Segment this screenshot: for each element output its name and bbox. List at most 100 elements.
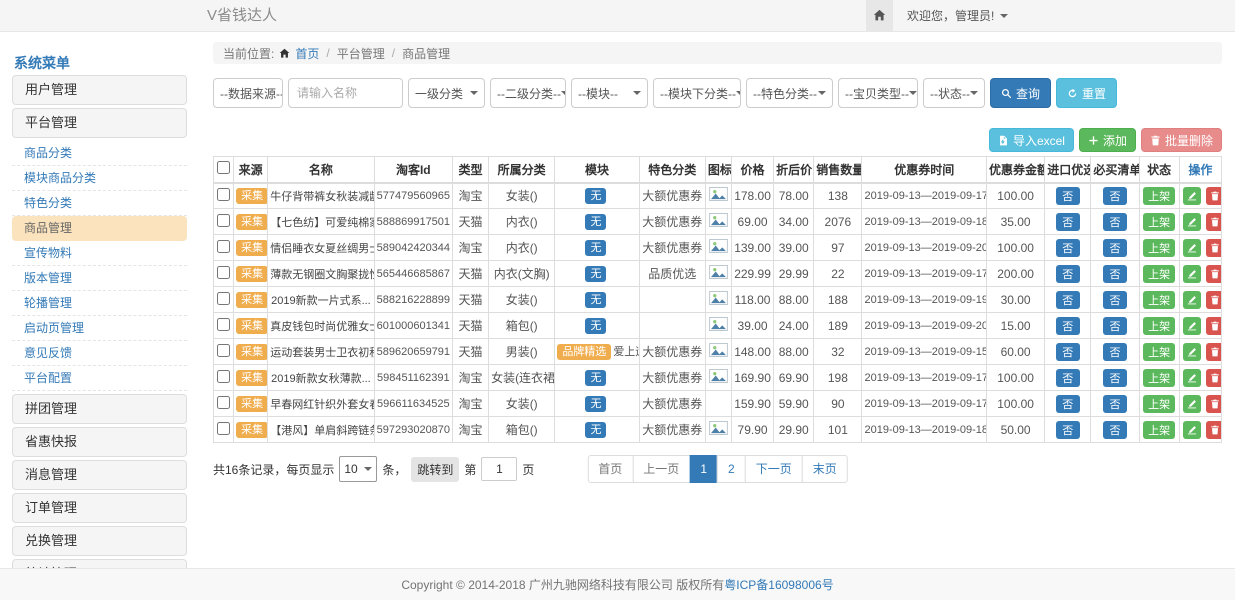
edit-button[interactable]: [1183, 239, 1201, 257]
status-button[interactable]: 上架: [1143, 291, 1175, 309]
import-select-toggle[interactable]: 否: [1056, 239, 1080, 257]
sidebar-subitem[interactable]: 商品管理: [12, 216, 187, 241]
row-checkbox[interactable]: [217, 292, 230, 305]
item-type-select[interactable]: --宝贝类型--: [838, 78, 918, 108]
breadcrumb-home-link[interactable]: 首页: [295, 45, 319, 62]
import-select-toggle[interactable]: 否: [1056, 213, 1080, 231]
import-select-toggle[interactable]: 否: [1056, 343, 1080, 361]
edit-button[interactable]: [1183, 421, 1201, 439]
status-button[interactable]: 上架: [1143, 213, 1175, 231]
delete-button[interactable]: [1206, 239, 1221, 257]
edit-button[interactable]: [1183, 213, 1201, 231]
import-select-toggle[interactable]: 否: [1056, 291, 1080, 309]
name-search-input[interactable]: [288, 78, 403, 108]
delete-button[interactable]: [1206, 395, 1221, 413]
sidebar-group-messages[interactable]: 消息管理: [12, 460, 187, 490]
row-checkbox[interactable]: [217, 370, 230, 383]
status-button[interactable]: 上架: [1143, 343, 1175, 361]
sidebar-group-platform[interactable]: 平台管理: [12, 108, 187, 138]
edit-button[interactable]: [1183, 265, 1201, 283]
reset-button[interactable]: 重置: [1056, 78, 1117, 108]
import-select-toggle[interactable]: 否: [1056, 369, 1080, 387]
search-button[interactable]: 查询: [990, 78, 1051, 108]
must-buy-toggle[interactable]: 否: [1103, 187, 1127, 205]
delete-button[interactable]: [1206, 421, 1221, 439]
delete-button[interactable]: [1206, 187, 1221, 205]
must-buy-toggle[interactable]: 否: [1103, 395, 1127, 413]
edit-button[interactable]: [1183, 317, 1201, 335]
delete-button[interactable]: [1206, 369, 1221, 387]
must-buy-toggle[interactable]: 否: [1103, 213, 1127, 231]
sidebar-subitem[interactable]: 启动页管理: [12, 316, 187, 341]
row-checkbox[interactable]: [217, 318, 230, 331]
sidebar-subitem[interactable]: 模块商品分类: [12, 166, 187, 191]
row-checkbox[interactable]: [217, 240, 230, 253]
must-buy-toggle[interactable]: 否: [1103, 317, 1127, 335]
delete-button[interactable]: [1206, 343, 1221, 361]
pager-button[interactable]: 首页: [587, 455, 633, 483]
edit-button[interactable]: [1183, 291, 1201, 309]
home-nav-button[interactable]: [866, 0, 893, 31]
import-select-toggle[interactable]: 否: [1056, 265, 1080, 283]
page-number-input[interactable]: [481, 457, 517, 481]
module-select[interactable]: --模块--: [571, 78, 648, 108]
per-page-select[interactable]: 10: [339, 456, 377, 482]
sidebar-subitem[interactable]: 意见反馈: [12, 341, 187, 366]
pager-button[interactable]: 1: [689, 455, 718, 483]
import-select-toggle[interactable]: 否: [1056, 317, 1080, 335]
sidebar-subitem[interactable]: 轮播管理: [12, 291, 187, 316]
edit-button[interactable]: [1183, 369, 1201, 387]
row-checkbox[interactable]: [217, 214, 230, 227]
row-checkbox[interactable]: [217, 422, 230, 435]
must-buy-toggle[interactable]: 否: [1103, 239, 1127, 257]
status-button[interactable]: 上架: [1143, 317, 1175, 335]
user-dropdown[interactable]: 欢迎您，管理员!: [907, 7, 1008, 24]
feature-category-select[interactable]: --特色分类--: [746, 78, 833, 108]
sidebar-subitem[interactable]: 平台配置: [12, 366, 187, 391]
must-buy-toggle[interactable]: 否: [1103, 421, 1127, 439]
sidebar-group-orders[interactable]: 订单管理: [12, 493, 187, 523]
jump-button[interactable]: 跳转到: [411, 457, 459, 482]
status-button[interactable]: 上架: [1143, 239, 1175, 257]
sidebar-group-users[interactable]: 用户管理: [12, 75, 187, 105]
delete-button[interactable]: [1206, 265, 1221, 283]
sidebar-subitem[interactable]: 特色分类: [12, 191, 187, 216]
select-all-checkbox[interactable]: [217, 161, 230, 174]
sidebar-subitem[interactable]: 宣传物料: [12, 241, 187, 266]
must-buy-toggle[interactable]: 否: [1103, 265, 1127, 283]
status-button[interactable]: 上架: [1143, 265, 1175, 283]
sidebar-subitem[interactable]: 版本管理: [12, 266, 187, 291]
row-checkbox[interactable]: [217, 188, 230, 201]
sidebar-group-groupbuy[interactable]: 拼团管理: [12, 394, 187, 424]
import-select-toggle[interactable]: 否: [1056, 421, 1080, 439]
pager-button[interactable]: 上一页: [632, 455, 690, 483]
add-button[interactable]: 添加: [1079, 128, 1136, 152]
category2-select[interactable]: --二级分类--: [490, 78, 566, 108]
edit-button[interactable]: [1183, 187, 1201, 205]
must-buy-toggle[interactable]: 否: [1103, 369, 1127, 387]
sidebar-group-express[interactable]: 省惠快报: [12, 427, 187, 457]
status-button[interactable]: 上架: [1143, 187, 1175, 205]
edit-button[interactable]: [1183, 395, 1201, 413]
pager-button[interactable]: 下一页: [745, 455, 803, 483]
must-buy-toggle[interactable]: 否: [1103, 291, 1127, 309]
delete-button[interactable]: [1206, 291, 1221, 309]
module-subcategory-select[interactable]: --模块下分类--: [653, 78, 741, 108]
import-excel-button[interactable]: 导入excel: [989, 128, 1074, 152]
status-button[interactable]: 上架: [1143, 369, 1175, 387]
status-button[interactable]: 上架: [1143, 395, 1175, 413]
edit-button[interactable]: [1183, 343, 1201, 361]
must-buy-toggle[interactable]: 否: [1103, 343, 1127, 361]
pager-button[interactable]: 末页: [802, 455, 848, 483]
delete-button[interactable]: [1206, 213, 1221, 231]
batch-delete-button[interactable]: 批量删除: [1141, 128, 1222, 152]
import-select-toggle[interactable]: 否: [1056, 395, 1080, 413]
delete-button[interactable]: [1206, 317, 1221, 335]
data-source-select[interactable]: --数据来源--: [213, 78, 283, 108]
icp-link[interactable]: 粤ICP备16098006号: [724, 576, 833, 593]
row-checkbox[interactable]: [217, 344, 230, 357]
status-button[interactable]: 上架: [1143, 421, 1175, 439]
status-select[interactable]: --状态--: [923, 78, 985, 108]
sidebar-subitem[interactable]: 商品分类: [12, 141, 187, 166]
row-checkbox[interactable]: [217, 266, 230, 279]
